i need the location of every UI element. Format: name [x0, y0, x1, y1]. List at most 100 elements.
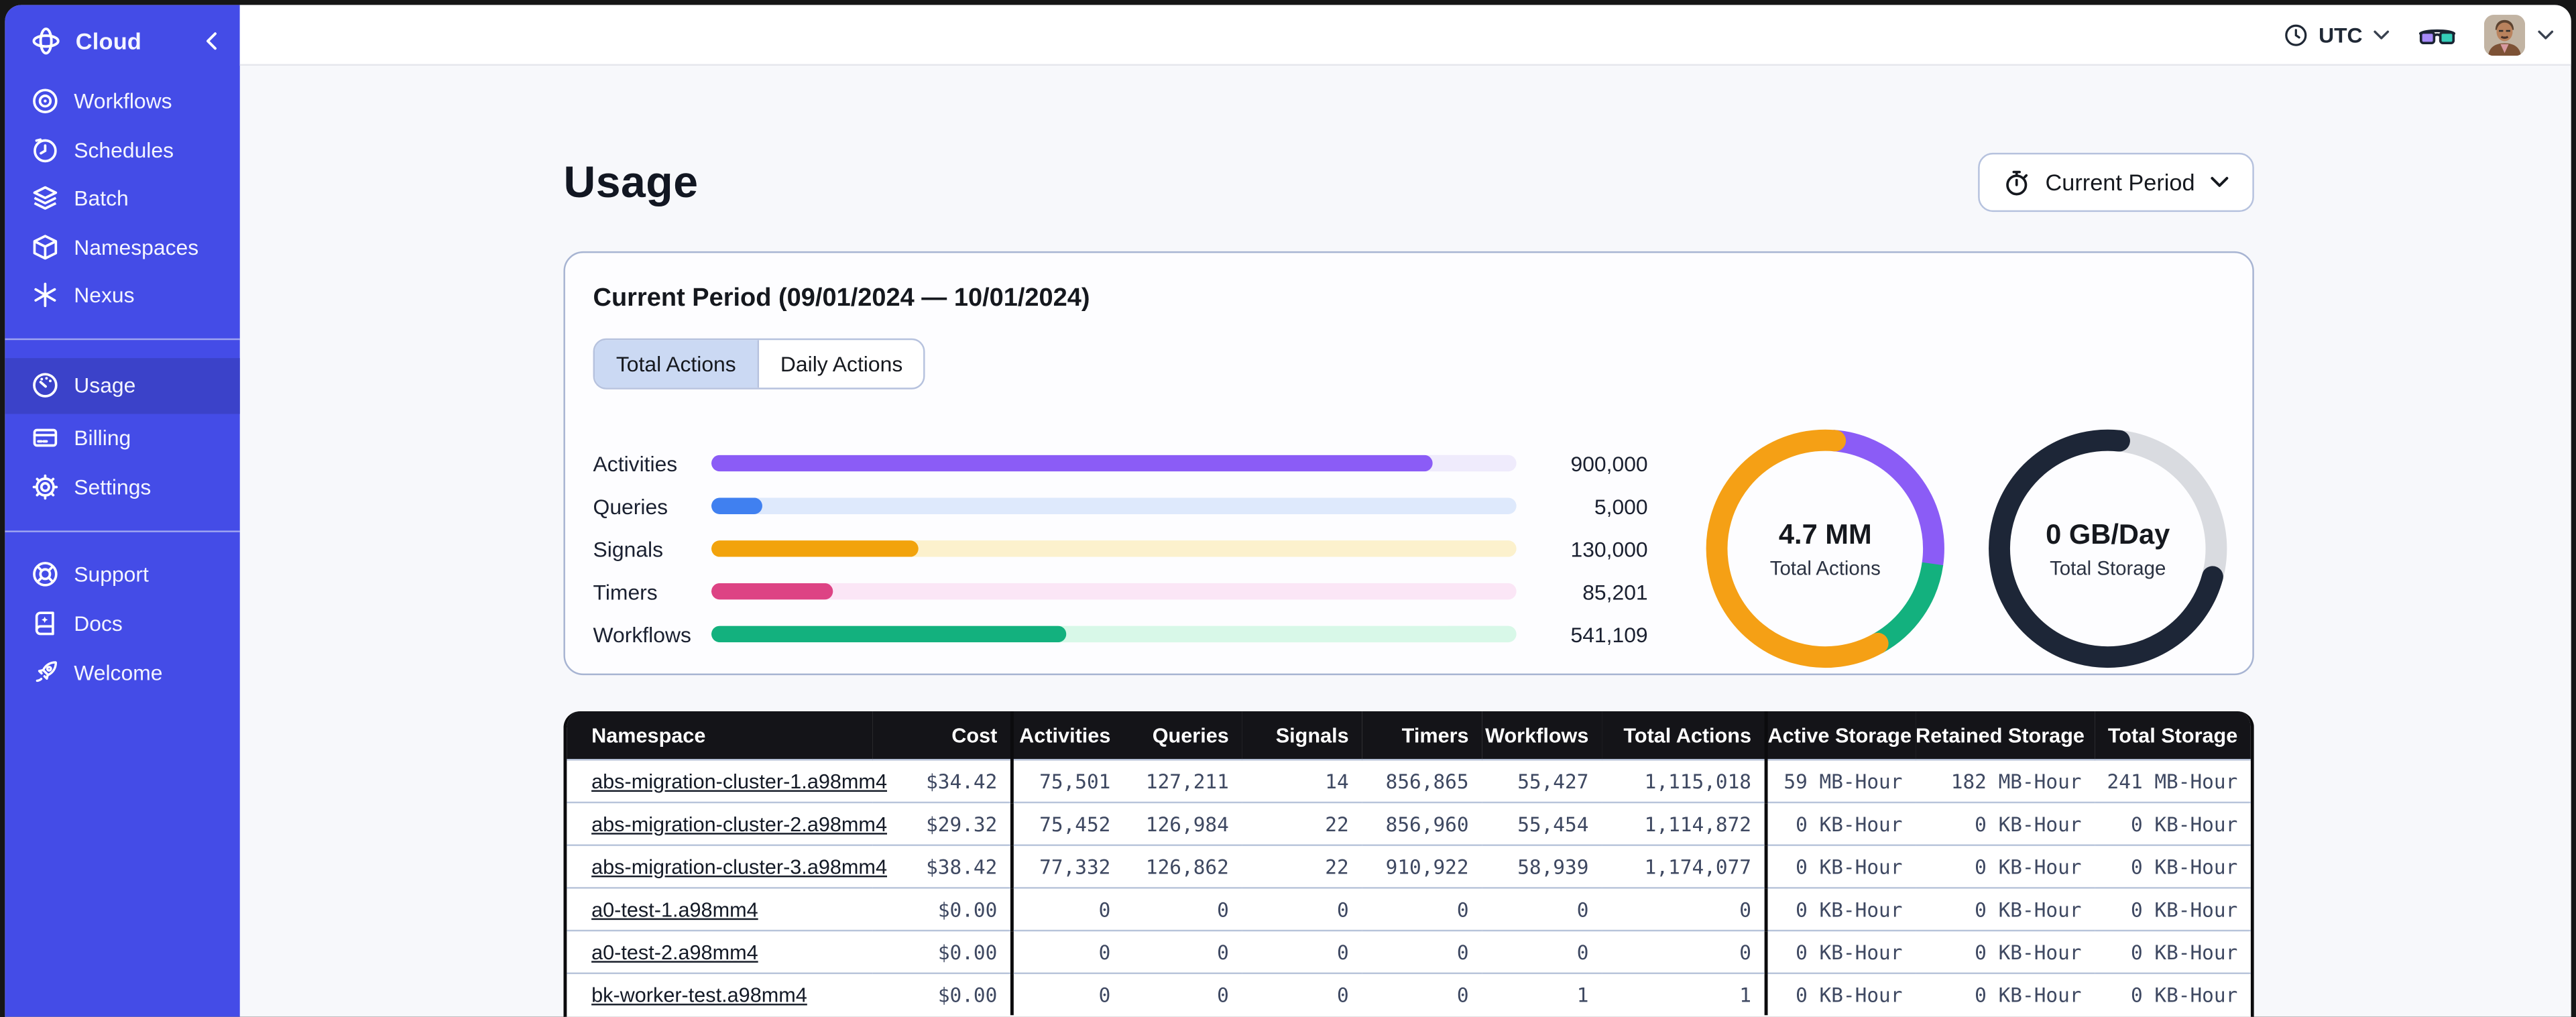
usage-card-title: Current Period (09/01/2024 — 10/01/2024) — [593, 284, 1090, 312]
sidebar-collapse-button[interactable] — [204, 32, 219, 51]
value-cell: 1,174,077 — [1602, 844, 1768, 888]
value-cell: 75,452 — [1012, 801, 1124, 845]
tab-total-actions[interactable]: Total Actions — [595, 340, 758, 388]
period-selector-button[interactable]: Current Period — [1978, 152, 2254, 213]
column-header-signals[interactable]: Signals — [1242, 711, 1362, 760]
timezone-selector[interactable]: UTC — [2284, 22, 2391, 47]
table-row: a0-test-2.a98mm4 $0.00 0 0 0 0 0 0 0 KB-Hour 0 KB… — [567, 929, 2251, 973]
value-cell: 0 KB-Hour — [2095, 887, 2251, 931]
sidebar-item-workflows[interactable]: Workflows — [5, 77, 239, 125]
page-title: Usage — [563, 157, 699, 206]
bar-track — [711, 455, 1517, 472]
bar-row: Activities 900,000 — [593, 442, 1648, 485]
sidebar-item-usage[interactable]: Usage — [5, 357, 240, 414]
sidebar-item-welcome[interactable]: Welcome — [5, 648, 239, 698]
bar-value: 541,109 — [1570, 621, 1648, 647]
namespace-link[interactable]: abs-migration-cluster-1.a98mm4 — [591, 770, 887, 792]
column-header-activities[interactable]: Activities — [1012, 711, 1124, 760]
stopwatch-icon — [2003, 168, 2031, 196]
labs-glasses-toggle[interactable] — [2418, 22, 2456, 47]
sidebar-item-nexus[interactable]: Nexus — [5, 271, 239, 319]
table-header-row: Namespace Cost Activities Queries Signal… — [567, 711, 2251, 760]
column-header-workflows[interactable]: Workflows — [1482, 711, 1602, 760]
value-cell: 910,922 — [1362, 844, 1482, 888]
value-cell: 0 — [1124, 887, 1242, 931]
clock-icon — [2284, 22, 2309, 47]
sidebar-item-label: Support — [74, 562, 149, 587]
value-cell: 22 — [1242, 844, 1362, 888]
namespace-cell: a0-test-2.a98mm4 — [567, 929, 873, 973]
namespace-link[interactable]: abs-migration-cluster-3.a98mm4 — [591, 855, 887, 878]
value-cell: 856,865 — [1362, 759, 1482, 802]
sidebar-item-billing[interactable]: Billing — [5, 413, 239, 463]
account-menu[interactable] — [2483, 13, 2555, 56]
column-header-total-actions[interactable]: Total Actions — [1602, 711, 1768, 760]
namespace-link[interactable]: bk-worker-test.a98mm4 — [591, 983, 807, 1006]
value-cell: 1,115,018 — [1602, 759, 1768, 802]
bar-value: 85,201 — [1582, 579, 1648, 604]
value-cell: 0 — [1482, 929, 1602, 973]
value-cell: 0 — [1602, 929, 1768, 973]
value-cell: 0 KB-Hour — [2095, 929, 2251, 973]
bar-category-label: Activities — [593, 451, 678, 476]
bar-fill — [711, 583, 834, 600]
namespace-cell: bk-worker-test.a98mm4 — [567, 972, 873, 1016]
sidebar-divider — [5, 530, 240, 532]
sidebar-item-batch[interactable]: Batch — [5, 174, 239, 223]
value-cell: 0 KB-Hour — [2095, 972, 2251, 1016]
namespace-link[interactable]: a0-test-2.a98mm4 — [591, 941, 758, 963]
value-cell: 127,211 — [1124, 759, 1242, 802]
period-selector-label: Current Period — [2045, 169, 2195, 196]
value-cell: 856,960 — [1362, 801, 1482, 845]
batch-icon — [32, 184, 60, 213]
bar-fill — [711, 625, 1066, 643]
bar-track — [711, 540, 1517, 557]
schedules-icon — [32, 136, 60, 164]
value-cell: $38.42 — [872, 844, 1014, 888]
browser-window: Cloud Workflows Schedules Batch Namespac… — [5, 5, 2571, 1017]
chevron-down-icon — [2536, 29, 2555, 40]
value-cell: $0.00 — [872, 929, 1014, 973]
value-cell: 0 — [1242, 887, 1362, 931]
value-cell: 0 KB-Hour — [1916, 887, 2095, 931]
sidebar-item-docs[interactable]: Docs — [5, 599, 239, 648]
column-header-timers[interactable]: Timers — [1362, 711, 1482, 760]
value-cell: 0 — [1012, 929, 1124, 973]
settings-icon — [32, 473, 60, 501]
value-cell: 0 — [1242, 929, 1362, 973]
value-cell: 22 — [1242, 801, 1362, 845]
sidebar-item-label: Nexus — [74, 283, 135, 308]
sidebar-item-namespaces[interactable]: Namespaces — [5, 223, 239, 271]
support-icon — [32, 560, 60, 589]
column-header-active-storage[interactable]: Active Storage — [1766, 711, 1916, 760]
column-header-retained-storage[interactable]: Retained Storage — [1916, 711, 2095, 760]
namespace-usage-table: Namespace Cost Activities Queries Signal… — [563, 711, 2254, 1017]
value-cell: 0 KB-Hour — [1766, 887, 1916, 931]
column-header-namespace[interactable]: Namespace — [567, 711, 873, 760]
bar-fill — [711, 540, 919, 557]
sidebar-item-label: Welcome — [74, 660, 163, 685]
value-cell: 75,501 — [1012, 759, 1124, 802]
docs-icon — [32, 609, 60, 638]
sidebar-item-schedules[interactable]: Schedules — [5, 125, 239, 174]
table-row: abs-migration-cluster-1.a98mm4 $34.42 75,5… — [567, 759, 2251, 802]
bar-category-label: Workflows — [593, 621, 691, 647]
main-content: Usage Current Period Current Period (09/… — [240, 67, 2571, 1017]
tab-daily-actions[interactable]: Daily Actions — [757, 340, 925, 388]
value-cell: 0 — [1482, 887, 1602, 931]
value-cell: 0 — [1124, 972, 1242, 1016]
table-row: a0-test-1.a98mm4 $0.00 0 0 0 0 0 0 0 KB-Hour 0 KB… — [567, 887, 2251, 931]
topbar: UTC — [239, 5, 2571, 66]
namespace-link[interactable]: a0-test-1.a98mm4 — [591, 898, 758, 920]
bar-row: Timers 85,201 — [593, 570, 1648, 613]
column-header-total-storage[interactable]: Total Storage — [2095, 711, 2251, 760]
sidebar-item-label: Namespaces — [74, 234, 199, 259]
column-header-cost[interactable]: Cost — [872, 711, 1014, 760]
avatar — [2483, 13, 2526, 56]
value-cell: 126,984 — [1124, 801, 1242, 845]
sidebar-item-support[interactable]: Support — [5, 550, 239, 599]
value-cell: $29.32 — [872, 801, 1014, 845]
namespace-link[interactable]: abs-migration-cluster-2.a98mm4 — [591, 813, 887, 835]
sidebar-item-settings[interactable]: Settings — [5, 463, 239, 512]
column-header-queries[interactable]: Queries — [1124, 711, 1242, 760]
